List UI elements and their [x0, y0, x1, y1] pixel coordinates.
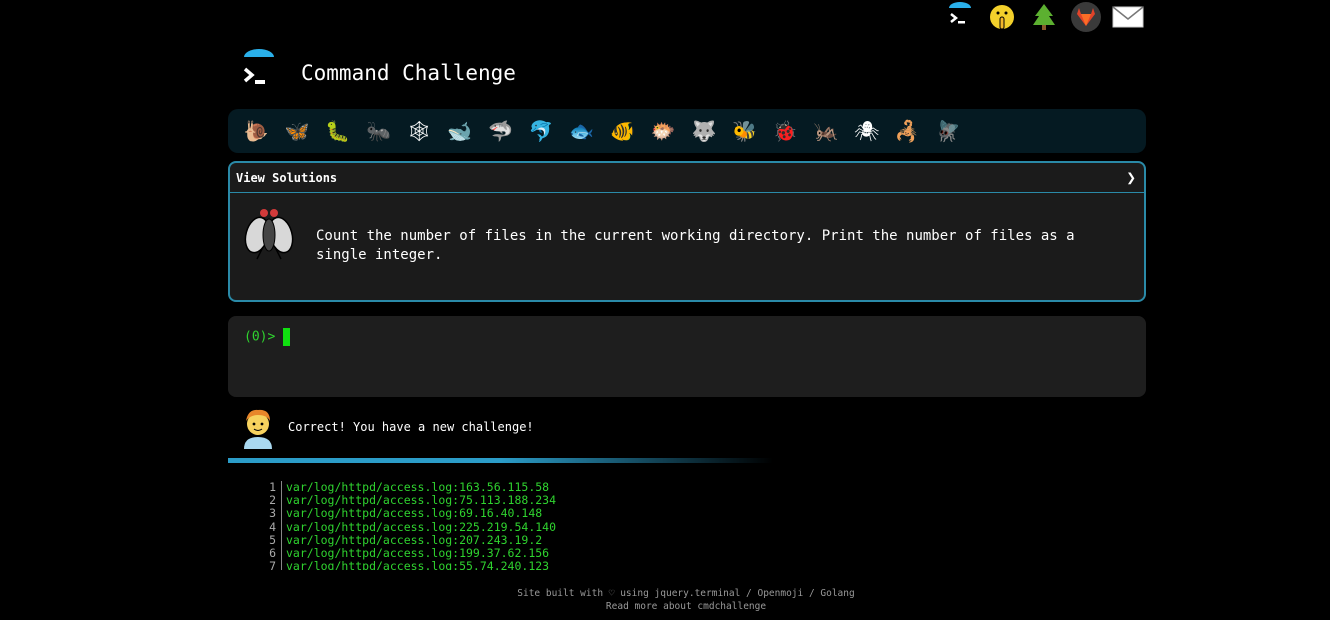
scorpion-icon[interactable]: 🦂: [887, 116, 928, 146]
code-line: 5 var/log/httpd/access.log:207.243.19.2: [262, 532, 556, 547]
terminal-prompt[interactable]: (0)>: [244, 328, 291, 346]
view-solutions-label: View Solutions: [236, 170, 338, 185]
ladybug-icon[interactable]: 🐞: [765, 116, 806, 146]
tropical-fish-icon[interactable]: 🐠: [602, 116, 643, 146]
view-solutions-toggle[interactable]: View Solutions ❯: [230, 163, 1144, 193]
code-line: 3 var/log/httpd/access.log:69.16.40.148: [262, 506, 556, 521]
terminal-logo-icon[interactable]: [236, 47, 282, 93]
person-icon: [240, 407, 276, 449]
terminal[interactable]: (0)>: [228, 316, 1146, 397]
challenge-panel: View Solutions ❯ Count the number of fil…: [228, 161, 1146, 302]
line-text: var/log/httpd/access.log:225.219.54.140: [286, 519, 557, 534]
dolphin-icon[interactable]: 🐬: [521, 116, 562, 146]
output-fade: [262, 570, 622, 577]
wolf-icon[interactable]: 🐺: [684, 116, 725, 146]
snail-icon[interactable]: 🐌: [236, 116, 277, 146]
code-line: 4 var/log/httpd/access.log:225.219.54.140: [262, 519, 557, 534]
spider-web-icon[interactable]: 🕸: [399, 116, 440, 146]
butterfly-icon[interactable]: 🦋: [277, 116, 318, 146]
page-title: Command Challenge: [301, 61, 516, 85]
fish-icon[interactable]: 🐟: [562, 116, 603, 146]
terminal-logo-icon[interactable]: [944, 1, 976, 33]
prompt-label: (0)>: [244, 329, 276, 345]
line-text: var/log/httpd/access.log:69.16.40.148: [286, 506, 543, 521]
bee-icon[interactable]: 🐝: [724, 116, 765, 146]
ant-icon[interactable]: 🐜: [358, 116, 399, 146]
footer: Site built with ♡ using jquery.terminal …: [440, 587, 932, 613]
shark-icon[interactable]: 🦈: [480, 116, 521, 146]
line-text: var/log/httpd/access.log:207.243.19.2: [286, 532, 543, 547]
footer-about-link[interactable]: Read more about cmdchallenge: [440, 600, 932, 613]
challenge-description: Count the number of files in the current…: [316, 228, 1075, 263]
gitlab-icon[interactable]: [1070, 1, 1102, 33]
spider-icon[interactable]: 🕷: [846, 116, 887, 146]
fly-icon: [242, 203, 296, 263]
whale-icon[interactable]: 🐋: [439, 116, 480, 146]
mail-icon[interactable]: [1112, 1, 1144, 33]
divider: [228, 458, 773, 463]
feedback-text: Correct! You have a new challenge!: [288, 420, 534, 434]
page-header: Command Challenge: [228, 45, 1146, 105]
fly-icon[interactable]: 🪰: [928, 116, 969, 146]
top-icon-bar: [944, 0, 1144, 34]
cricket-icon[interactable]: 🦗: [806, 116, 847, 146]
output-listing: 1 var/log/httpd/access.log:163.56.115.58 2…: [262, 480, 622, 577]
tree-icon[interactable]: [1028, 1, 1060, 33]
line-number: 3: [262, 507, 282, 521]
caterpillar-icon[interactable]: 🐛: [317, 116, 358, 146]
footer-credits[interactable]: Site built with ♡ using jquery.terminal …: [440, 587, 932, 600]
terminal-cursor: [283, 328, 291, 346]
chevron-right-icon[interactable]: ❯: [1126, 168, 1136, 187]
shushing-face-icon[interactable]: [986, 1, 1018, 33]
challenge-nav: 🐌 🦋 🐛 🐜 🕸 🐋 🦈 🐬 🐟 🐠 🐡 🐺 🐝 🐞 🦗 🕷 🦂 🪰: [228, 109, 1146, 153]
line-number: 5: [262, 533, 282, 547]
line-number: 4: [262, 520, 282, 534]
blowfish-icon[interactable]: 🐡: [643, 116, 684, 146]
